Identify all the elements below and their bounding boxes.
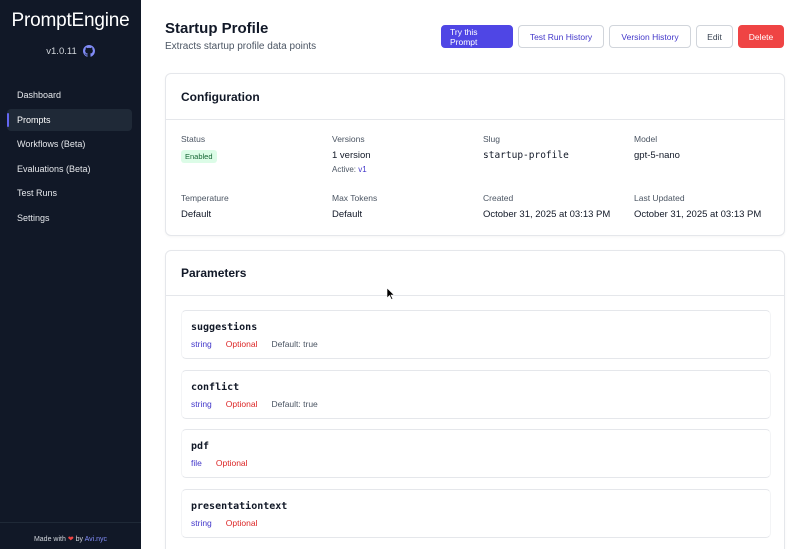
parameter-optional: Optional [225, 518, 258, 528]
edit-button[interactable]: Edit [696, 25, 733, 48]
card-divider [166, 295, 784, 296]
page-title: Startup Profile [165, 20, 269, 37]
sidebar-nav: Dashboard Prompts Workflows (Beta) Evalu… [7, 84, 132, 232]
parameters-card: Parameters suggestions string Optional D… [165, 250, 785, 549]
max-tokens-value: Default [332, 209, 363, 220]
page-subtitle: Extracts startup profile data points [165, 41, 317, 52]
slug-field: Slug startup-profile [483, 134, 631, 161]
app-version: v1.0.11 [46, 45, 77, 57]
active-version-link[interactable]: v1 [358, 165, 366, 174]
parameter-meta: string Optional Default: true [191, 399, 318, 409]
sidebar-item-prompts[interactable]: Prompts [7, 108, 132, 131]
slug-value: startup-profile [483, 150, 569, 161]
parameter-optional: Optional [225, 399, 258, 409]
brand-logo[interactable]: PromptEngine [0, 10, 141, 32]
created-value: October 31, 2025 at 03:13 PM [483, 209, 611, 220]
main-content: Startup Profile Extracts startup profile… [141, 0, 800, 549]
mouse-pointer-icon [387, 288, 395, 300]
parameter-item: presentationtext string Optional [181, 489, 771, 538]
header-actions: Try this Prompt Test Run History Version… [441, 25, 784, 48]
parameter-meta: string Optional [191, 518, 257, 528]
try-prompt-button[interactable]: Try this Prompt [441, 25, 513, 48]
version-row: v1.0.11 [0, 45, 141, 57]
sidebar-item-settings[interactable]: Settings [7, 207, 132, 229]
active-version: Active: v1 [332, 165, 480, 174]
parameter-item: pdf file Optional [181, 429, 771, 478]
parameter-default: Default: true [271, 399, 318, 409]
parameter-name: suggestions [191, 322, 258, 333]
parameter-name: conflict [191, 382, 240, 393]
parameter-name: pdf [191, 441, 210, 452]
sidebar-footer: Made with ❤ by Avi.nyc [0, 535, 141, 543]
model-value: gpt-5-nano [634, 150, 680, 161]
versions-field: Versions 1 version Active: v1 [332, 134, 480, 174]
status-badge: Enabled [181, 150, 217, 163]
heart-icon: ❤ [67, 536, 74, 543]
sidebar-footer-divider [0, 522, 141, 523]
versions-value: 1 version [332, 150, 371, 161]
card-divider [166, 119, 784, 120]
parameter-meta: file Optional [191, 458, 248, 468]
active-version-label: Active: [332, 165, 357, 174]
model-label: Model [634, 134, 658, 144]
parameter-meta: string Optional Default: true [191, 339, 318, 349]
updated-field: Last Updated October 31, 2025 at 03:13 P… [634, 193, 782, 220]
parameter-optional: Optional [215, 458, 248, 468]
configuration-card: Configuration Status Enabled Versions 1 … [165, 73, 785, 236]
configuration-title: Configuration [181, 90, 260, 104]
sidebar-item-test-runs[interactable]: Test Runs [7, 182, 132, 204]
github-icon[interactable] [82, 45, 95, 57]
parameter-type: string [191, 339, 212, 349]
status-field: Status Enabled [181, 134, 329, 164]
parameter-optional: Optional [225, 339, 258, 349]
parameter-name: presentationtext [191, 501, 288, 512]
author-link[interactable]: Avi.nyc [85, 536, 107, 543]
test-run-history-button[interactable]: Test Run History [518, 25, 604, 48]
created-field: Created October 31, 2025 at 03:13 PM [483, 193, 631, 220]
temperature-field: Temperature Default [181, 193, 329, 220]
sidebar-item-workflows[interactable]: Workflows (Beta) [7, 133, 132, 155]
parameter-item: conflict string Optional Default: true [181, 370, 771, 419]
sidebar-item-evaluations[interactable]: Evaluations (Beta) [7, 158, 132, 180]
parameter-type: file [191, 458, 202, 468]
updated-label: Last Updated [634, 193, 685, 203]
temperature-label: Temperature [181, 193, 229, 203]
model-field: Model gpt-5-nano [634, 134, 782, 161]
sidebar: PromptEngine v1.0.11 Dashboard Prompts W… [0, 0, 141, 549]
parameters-title: Parameters [181, 266, 247, 280]
parameter-type: string [191, 518, 212, 528]
footer-by: by [75, 536, 84, 543]
delete-button[interactable]: Delete [738, 25, 784, 48]
status-label: Status [181, 134, 206, 144]
max-tokens-label: Max Tokens [332, 193, 378, 203]
footer-made-with: Made with [33, 536, 66, 543]
parameter-type: string [191, 399, 212, 409]
sidebar-item-dashboard[interactable]: Dashboard [7, 84, 132, 106]
slug-label: Slug [483, 134, 501, 144]
parameter-default: Default: true [271, 339, 318, 349]
parameter-item: suggestions string Optional Default: tru… [181, 310, 771, 359]
max-tokens-field: Max Tokens Default [332, 193, 480, 220]
updated-value: October 31, 2025 at 03:13 PM [634, 209, 762, 220]
version-history-button[interactable]: Version History [609, 25, 691, 48]
versions-label: Versions [332, 134, 365, 144]
temperature-value: Default [181, 209, 212, 220]
created-label: Created [483, 193, 514, 203]
